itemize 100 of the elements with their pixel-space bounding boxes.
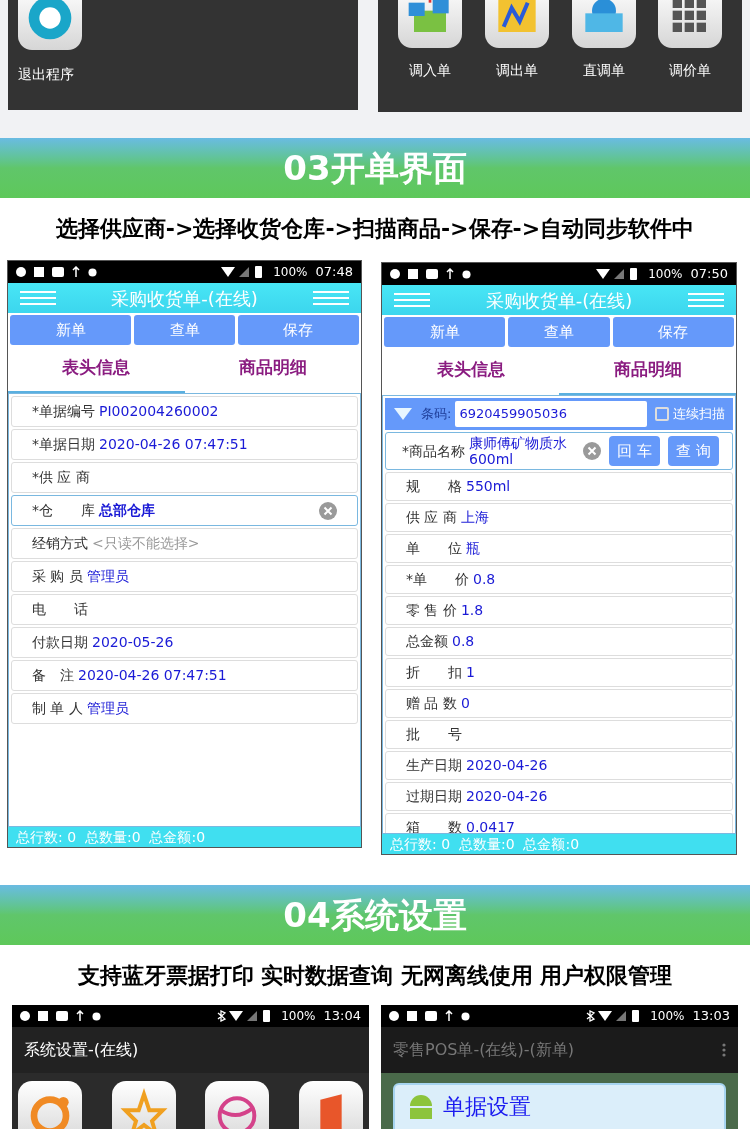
field-value: 管理员: [86, 699, 129, 718]
form-row[interactable]: *单 价 0.8: [385, 565, 733, 594]
form-row[interactable]: *供 应 商: [11, 462, 358, 493]
square-icon: [38, 1011, 48, 1021]
form-row[interactable]: *单据编号 PI002004260002: [11, 396, 358, 427]
field-label: 电 话: [32, 600, 88, 619]
clock-time: 07:50: [690, 265, 728, 284]
square-icon: [34, 267, 44, 277]
field-label: 经销方式: [32, 534, 88, 553]
folder-chart-icon[interactable]: [484, 0, 549, 48]
field-label: 采 购 员: [32, 567, 83, 586]
field-value: 1: [466, 663, 475, 682]
circle-icon: [20, 1011, 30, 1021]
form-row[interactable]: 总金额 0.8: [385, 627, 733, 656]
field-value: 0.0417: [466, 818, 515, 833]
barcode-field[interactable]: 6920459905036: [455, 401, 647, 427]
grid-icon[interactable]: [658, 0, 723, 48]
ring-icon[interactable]: [18, 0, 82, 50]
app-label: 调出单: [495, 61, 538, 80]
usb-icon: [445, 1010, 453, 1022]
screen-title: 系统设置-(在线): [24, 1039, 139, 1061]
form-row[interactable]: *单据日期 2020-04-26 07:47:51: [11, 429, 358, 460]
field-label: 单 位: [406, 539, 462, 558]
field-value: 0.8: [473, 570, 496, 589]
form-row[interactable]: 赠 品 数 0: [385, 689, 733, 718]
field-value: 总部仓库: [99, 501, 155, 520]
banner-title: 03开单界面: [283, 146, 467, 190]
checkbox-label: 连续扫描: [673, 405, 725, 424]
field-label: 生产日期: [406, 756, 462, 775]
cubes-icon[interactable]: [397, 0, 462, 48]
form-row[interactable]: *仓 库 总部仓库: [11, 495, 358, 526]
field-label: *单据日期: [32, 435, 95, 454]
clear-icon[interactable]: [583, 442, 601, 460]
form-row[interactable]: 规 格 550ml: [385, 472, 733, 501]
screen-title: 采购收货单-(在线): [111, 286, 258, 311]
clock-time: 07:48: [315, 263, 353, 282]
field-label: *单 价: [406, 570, 469, 589]
field-label: *仓 库: [32, 501, 95, 520]
field-label: 过期日期: [406, 787, 462, 806]
form-row[interactable]: 电 话: [11, 594, 358, 625]
field-label: 零 售 价: [406, 601, 457, 620]
section-subtitle: 支持蓝牙票据打印 实时数据查询 无网离线使用 用户权限管理: [77, 961, 673, 990]
form-row[interactable]: 生产日期 2020-04-26: [385, 751, 733, 780]
form-row[interactable]: 批 号: [385, 720, 733, 749]
tab[interactable]: 表头信息: [382, 347, 559, 395]
tab[interactable]: 表头信息: [8, 345, 185, 393]
dropdown-icon[interactable]: [393, 407, 413, 421]
field-value: 2020-04-26: [466, 787, 548, 806]
field-label: 赠 品 数: [406, 694, 457, 713]
field-value: 瓶: [466, 539, 480, 558]
field-label: 备 注: [32, 666, 74, 685]
usb-icon: [76, 1010, 84, 1022]
screen-title: 采购收货单-(在线): [485, 288, 633, 313]
field-label: *供 应 商: [32, 468, 90, 487]
clear-icon[interactable]: [319, 501, 337, 520]
battery-level: 100%: [281, 1008, 316, 1025]
form-row[interactable]: 单 位 瓶: [385, 534, 733, 563]
form-row[interactable]: 制 单 人 管理员: [11, 693, 358, 724]
field-label: 付款日期: [32, 633, 88, 652]
barcode-label: 条码:: [421, 405, 452, 424]
more-icon[interactable]: [722, 1043, 726, 1057]
circle-icon: [390, 269, 400, 279]
form-row[interactable]: 备 注 2020-04-26 07:47:51: [11, 660, 358, 691]
field-value: 0: [460, 694, 470, 713]
field-value: 2020-04-26: [466, 756, 548, 775]
clock-time: 13:04: [323, 1007, 361, 1026]
screen-title: 零售POS单-(在线)-(新单): [393, 1039, 574, 1061]
field-label: 供 应 商: [406, 508, 457, 527]
field-label: *商品名称: [402, 441, 465, 461]
field-input[interactable]: <只读不能选择>: [92, 533, 337, 554]
battery-level: 100%: [648, 266, 683, 283]
form-row[interactable]: 付款日期 2020-05-26: [11, 627, 358, 658]
app-label: 直调单: [582, 61, 625, 80]
summary-bar: 总行数: 0 总数量:0 总金额:0: [382, 834, 736, 854]
circle-icon: [389, 1011, 399, 1021]
form-row[interactable]: 零 售 价 1.8: [385, 596, 733, 625]
section-subtitle: 选择供应商->选择收货仓库->扫描商品->保存->自动同步软件中: [55, 214, 695, 243]
form-row[interactable]: 折 扣 1: [385, 658, 733, 687]
field-label: 总金额: [406, 632, 448, 651]
banner-title: 04系统设置: [283, 893, 467, 937]
field-label: 批 号: [406, 725, 462, 744]
square-icon: [407, 1011, 417, 1021]
form-row[interactable]: 采 购 员 管理员: [11, 561, 358, 592]
form-row[interactable]: 供 应 商 上海: [385, 503, 733, 532]
field-label: 规 格: [406, 477, 462, 496]
clock-time: 13:03: [692, 1007, 730, 1026]
circle-icon: [16, 267, 26, 277]
field-value: 0.8: [452, 632, 475, 651]
checkbox[interactable]: [655, 407, 669, 421]
tab[interactable]: 商品明细: [559, 347, 736, 395]
tab[interactable]: 商品明细: [184, 345, 361, 393]
form-row[interactable]: 过期日期 2020-04-26: [385, 782, 733, 811]
field-value: 2020-05-26: [92, 633, 174, 652]
field-value: 550ml: [466, 477, 511, 496]
document-icon[interactable]: [298, 1081, 363, 1129]
field-label: *单据编号: [32, 402, 95, 421]
app-label: 退出程序: [18, 65, 74, 84]
form-row[interactable]: 经销方式 <只读不能选择>: [11, 528, 358, 559]
field-value: 康师傅矿物质水600ml: [469, 435, 568, 467]
field-value: 2020-04-26 07:47:51: [78, 666, 227, 685]
